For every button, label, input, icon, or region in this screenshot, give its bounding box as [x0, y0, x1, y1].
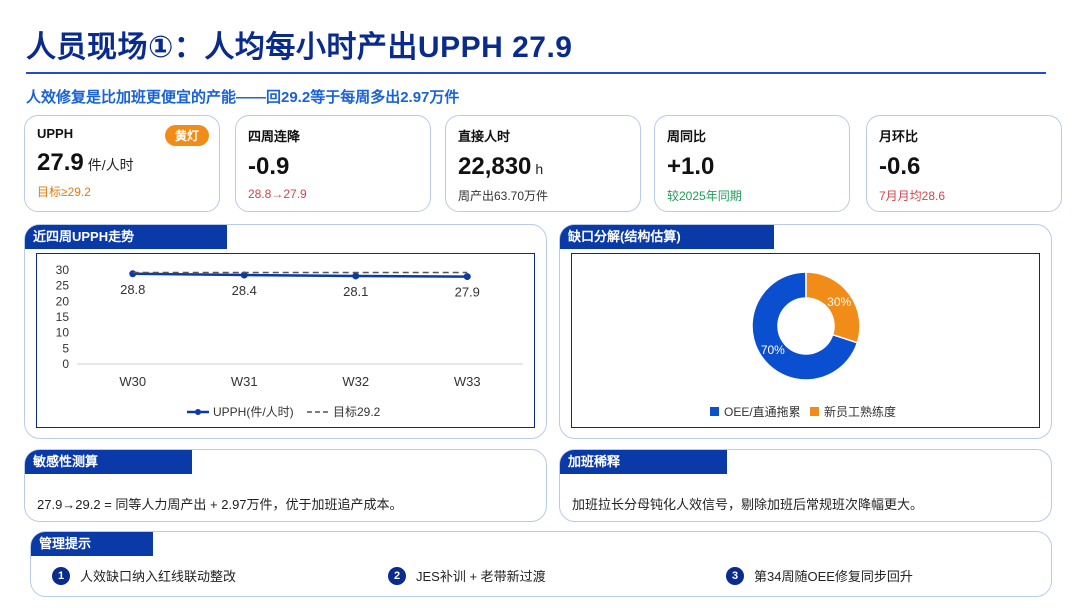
- trend-panel-title: 近四周UPPH走势: [25, 225, 227, 249]
- kpi-card-direct-hours: 直接人时 22,830 h 周产出63.70万件: [445, 115, 641, 212]
- trend-panel: 近四周UPPH走势 0 5 10 15 20 25 30 W30 W31 W32 W33 28.8 28…: [24, 224, 547, 439]
- data-label: 28.8: [120, 282, 145, 297]
- kpi-value-number: -0.6: [879, 153, 921, 180]
- x-tick-label: W31: [231, 374, 258, 389]
- legend-item-upph: UPPH(件/人时): [187, 405, 294, 419]
- legend-item-oee: OEE/直通拖累: [710, 405, 801, 419]
- tip-number-badge: 2: [388, 566, 406, 585]
- overtime-panel: 加班稀释 加班拉长分母钝化人效信号，剔除加班后常规班次降幅更大。: [559, 449, 1052, 522]
- tips-panel-title: 管理提示: [31, 532, 153, 556]
- sensitivity-text: 27.9→29.2 = 同等人力周产出 + 2.97万件，优于加班追产成本。: [37, 497, 403, 512]
- kpi-value: 22,830 h: [458, 153, 628, 181]
- legend-label: OEE/直通拖累: [724, 405, 801, 419]
- upph-data-point: [463, 273, 471, 281]
- tips-panel: 管理提示: [30, 531, 1052, 597]
- data-label: 27.9: [455, 285, 480, 300]
- kpi-value-number: 27.9: [37, 149, 84, 176]
- x-tick-label: W32: [342, 374, 369, 389]
- kpi-value-number: +1.0: [667, 153, 715, 180]
- donut-slice-label: 30%: [827, 295, 851, 309]
- kpi-label: 月环比: [879, 129, 919, 144]
- kpi-value-number: -0.9: [248, 153, 290, 180]
- y-tick-label: 5: [62, 341, 69, 355]
- sensitivity-panel-title: 敏感性测算: [25, 450, 192, 474]
- y-tick-label: 25: [56, 279, 70, 293]
- overtime-panel-title: 加班稀释: [560, 450, 727, 474]
- upph-line-chart: 0 510 15 2025 30 W30 W31 W32 W33 28.8 28.4 28.1 27.9…: [56, 263, 523, 419]
- kpi-value: 27.9 件/人时: [37, 149, 207, 177]
- donut-panel: 缺口分解(结构估算) 70% 30% OEE/直通拖累 新员工熟练度: [559, 224, 1052, 439]
- donut-panel-title: 缺口分解(结构估算): [560, 225, 774, 249]
- kpi-card-mom: 月环比 -0.6 7月月均28.6: [866, 115, 1062, 212]
- kpi-sub: 较2025年同期: [667, 189, 742, 203]
- legend-item-target: 目标29.2: [307, 405, 381, 419]
- tip-text: 人效缺口纳入红线联动整改: [80, 569, 237, 584]
- tip-number-badge: 1: [52, 566, 70, 585]
- kpi-unit: h: [535, 161, 544, 177]
- sensitivity-panel: 敏感性测算 27.9→29.2 = 同等人力周产出 + 2.97万件，优于加班追…: [24, 449, 547, 522]
- kpi-unit: 件/人时: [87, 157, 134, 173]
- page-subtitle: 人效修复是比加班更便宜的产能——回29.2等于每周多出2.97万件: [26, 89, 460, 106]
- legend-item-new-staff: 新员工熟练度: [810, 404, 896, 419]
- x-tick-label: W30: [119, 374, 146, 389]
- tip-item: 3 第34周随OEE修复同步回升: [726, 566, 913, 585]
- kpi-sub: 周产出63.70万件: [458, 189, 549, 203]
- upph-data-point: [352, 272, 360, 280]
- trend-chart-frame: 0 5 10 15 20 25 30 W30 W31 W32 W33 28.8 28.4 28.1 27.9…: [36, 253, 535, 428]
- legend-swatch: [810, 407, 819, 416]
- kpi-value-number: 22,830: [458, 153, 532, 180]
- tip-item: 2 JES补训 + 老带新过渡: [388, 566, 546, 585]
- kpi-value: +1.0: [667, 153, 837, 181]
- data-label: 28.4: [232, 283, 257, 298]
- tip-text: JES补训 + 老带新过渡: [416, 569, 546, 584]
- upph-series-line: [132, 272, 468, 278]
- x-tick-label: W33: [454, 374, 481, 389]
- legend-label: UPPH(件/人时): [213, 405, 294, 419]
- legend-label: 新员工熟练度: [824, 404, 896, 419]
- kpi-label: 四周连降: [248, 129, 301, 144]
- legend-swatch: [710, 407, 719, 416]
- kpi-card-yoy: 周同比 +1.0 较2025年同期: [654, 115, 850, 212]
- kpi-label: 直接人时: [458, 129, 511, 144]
- legend-label: 目标29.2: [333, 405, 381, 419]
- tip-item: 1 人效缺口纳入红线联动整改: [52, 566, 236, 585]
- status-badge: 黄灯: [164, 125, 209, 146]
- data-label: 28.1: [343, 284, 368, 299]
- y-tick-label: 15: [56, 310, 70, 324]
- y-tick-label: 0: [62, 357, 69, 371]
- kpi-sub: 28.8→27.9: [248, 187, 307, 201]
- y-tick-label: 20: [56, 294, 70, 308]
- title-divider: [26, 72, 1046, 74]
- donut-slice-label: 70%: [761, 343, 785, 357]
- kpi-label: 周同比: [667, 129, 707, 144]
- donut-chart-frame: 70% 30% OEE/直通拖累 新员工熟练度: [571, 253, 1040, 428]
- kpi-value: -0.6: [879, 153, 1049, 181]
- tip-number-badge: 3: [726, 566, 744, 585]
- kpi-card-upph: UPPH 黄灯 27.9 件/人时 目标≥29.2: [24, 115, 220, 212]
- kpi-sub: 目标≥29.2: [37, 185, 91, 199]
- gap-donut-chart: 70% 30% OEE/直通拖累 新员工熟练度: [710, 271, 896, 419]
- kpi-card-four-week-drop: 四周连降 -0.9 28.8→27.9: [235, 115, 431, 212]
- upph-data-point: [129, 270, 137, 278]
- page-title: 人员现场①：人均每小时产出UPPH 27.9: [26, 31, 573, 64]
- kpi-sub: 7月月均28.6: [879, 189, 946, 203]
- legend-swatch-dot: [195, 409, 201, 415]
- kpi-value: -0.9: [248, 153, 418, 181]
- tip-text: 第34周随OEE修复同步回升: [754, 569, 913, 584]
- y-tick-label: 30: [56, 263, 70, 277]
- y-tick-label: 10: [56, 326, 70, 340]
- overtime-text: 加班拉长分母钝化人效信号，剔除加班后常规班次降幅更大。: [572, 497, 924, 512]
